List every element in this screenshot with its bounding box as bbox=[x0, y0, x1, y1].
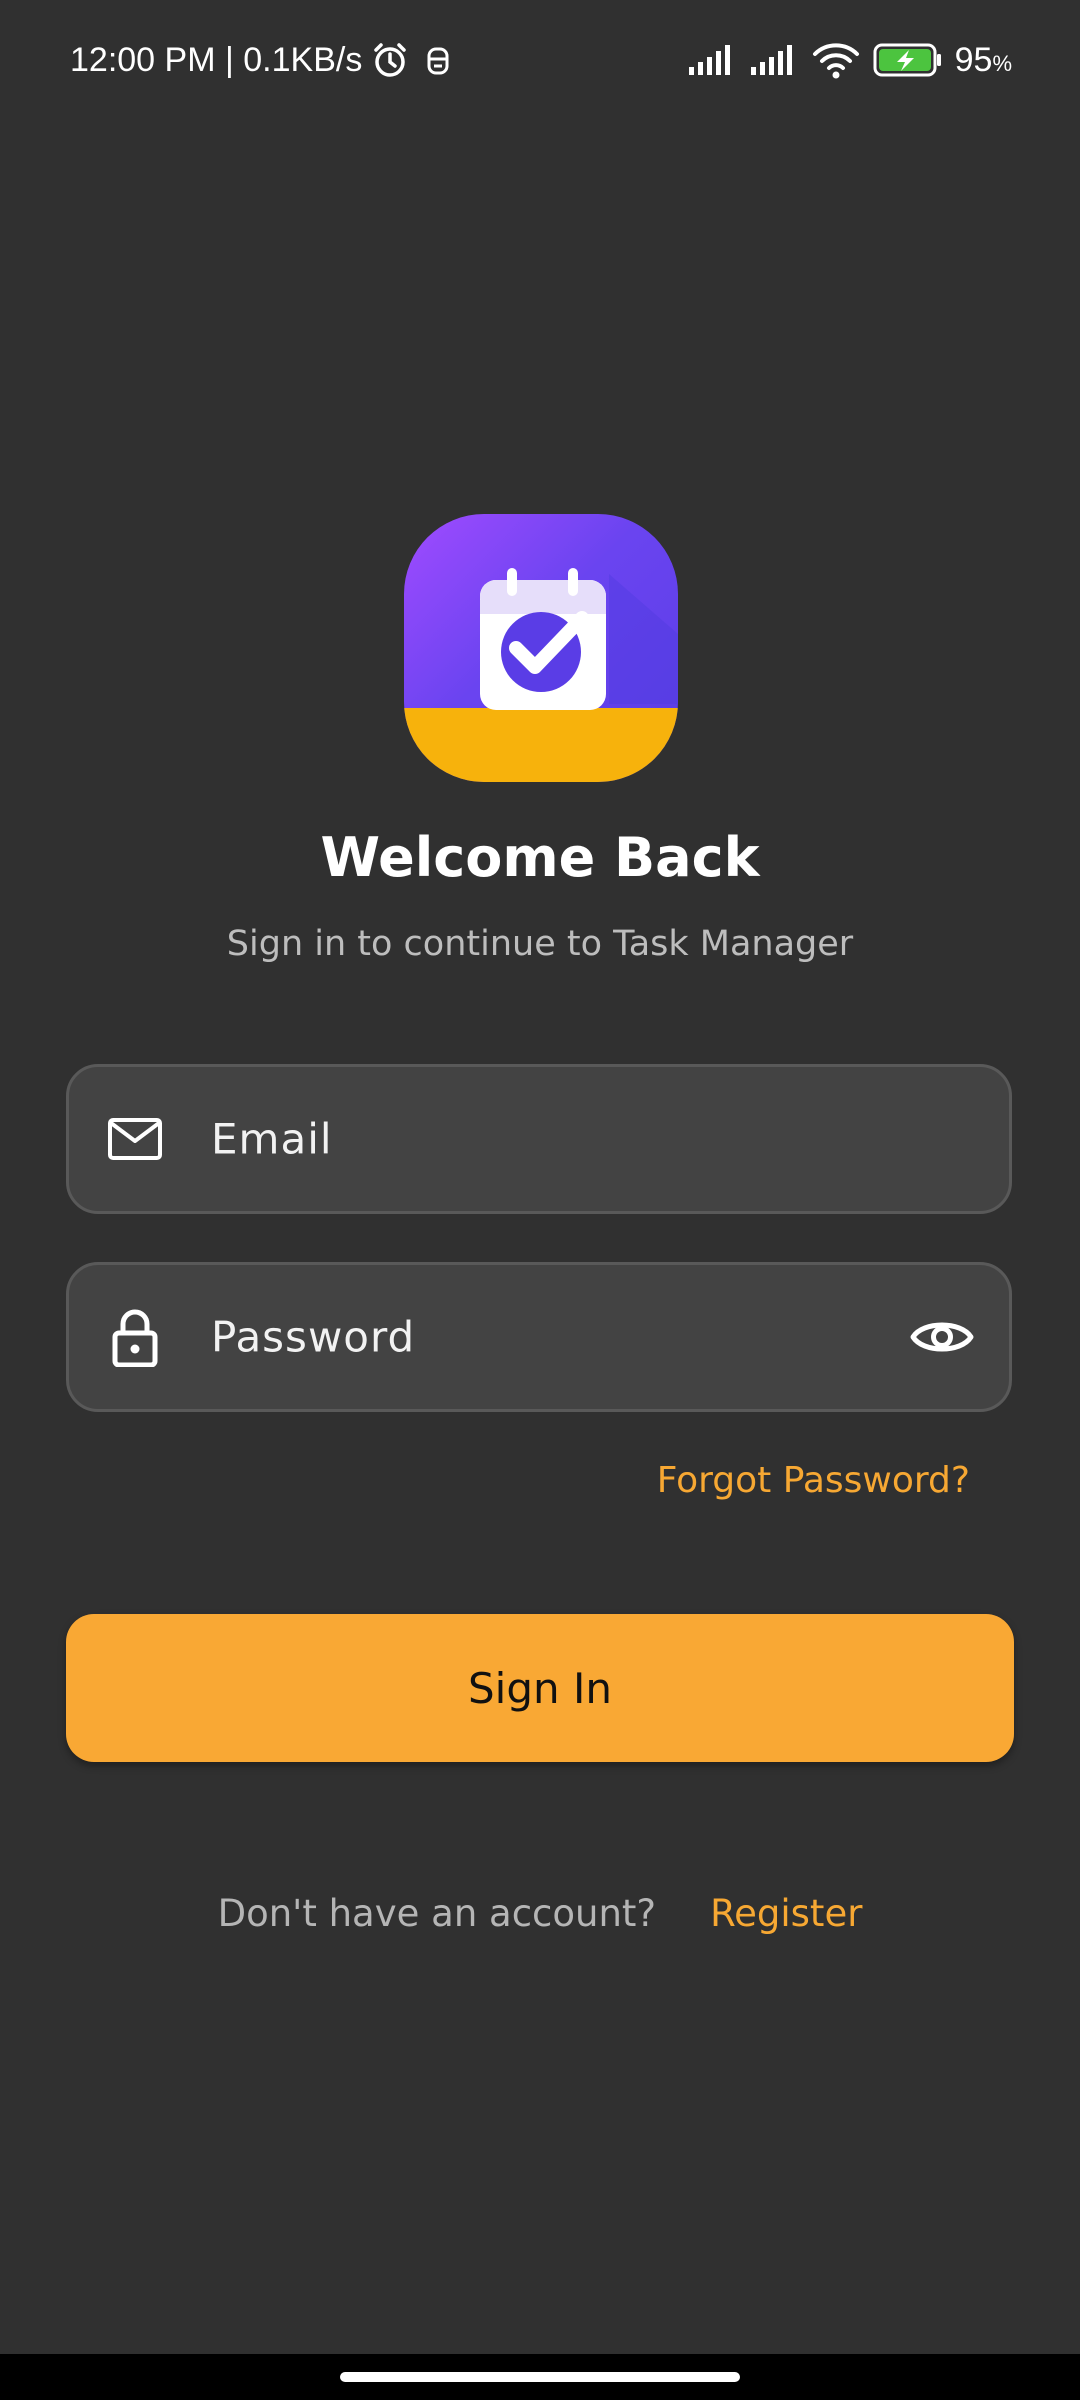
eye-icon[interactable] bbox=[907, 1307, 977, 1367]
status-left: 12:00 PM | 0.1KB/s bbox=[70, 36, 458, 84]
email-field[interactable]: Email bbox=[66, 1064, 1012, 1214]
status-right: 95% bbox=[687, 36, 1012, 84]
wifi-icon bbox=[811, 40, 861, 80]
password-field[interactable]: Password bbox=[66, 1262, 1012, 1412]
home-indicator[interactable] bbox=[340, 2372, 740, 2382]
app-logo bbox=[404, 514, 678, 782]
alarm-icon bbox=[370, 40, 410, 80]
signal-icon bbox=[687, 43, 737, 77]
page-subtitle: Sign in to continue to Task Manager bbox=[226, 924, 854, 964]
calendar-check-icon bbox=[480, 568, 678, 710]
email-placeholder: Email bbox=[211, 1114, 333, 1164]
signal-icon bbox=[749, 43, 799, 77]
register-prompt: Don't have an account? bbox=[217, 1892, 657, 1935]
status-time-network: 12:00 PM | 0.1KB/s bbox=[70, 40, 363, 79]
lock-icon bbox=[105, 1307, 165, 1367]
battery-charging-icon bbox=[873, 42, 943, 78]
sign-in-button[interactable]: Sign In bbox=[66, 1614, 1014, 1762]
register-link[interactable]: Register bbox=[710, 1892, 862, 1935]
mail-icon bbox=[105, 1109, 165, 1169]
register-row: Don't have an account? Register bbox=[0, 1892, 1080, 1935]
password-placeholder: Password bbox=[211, 1312, 416, 1362]
notification-icon bbox=[418, 40, 458, 80]
status-bar: 12:00 PM | 0.1KB/s 95% bbox=[0, 0, 1080, 120]
page-title: Welcome Back bbox=[320, 826, 760, 889]
battery-percentage: 95% bbox=[954, 40, 1012, 79]
forgot-password-link[interactable]: Forgot Password? bbox=[657, 1460, 970, 1501]
